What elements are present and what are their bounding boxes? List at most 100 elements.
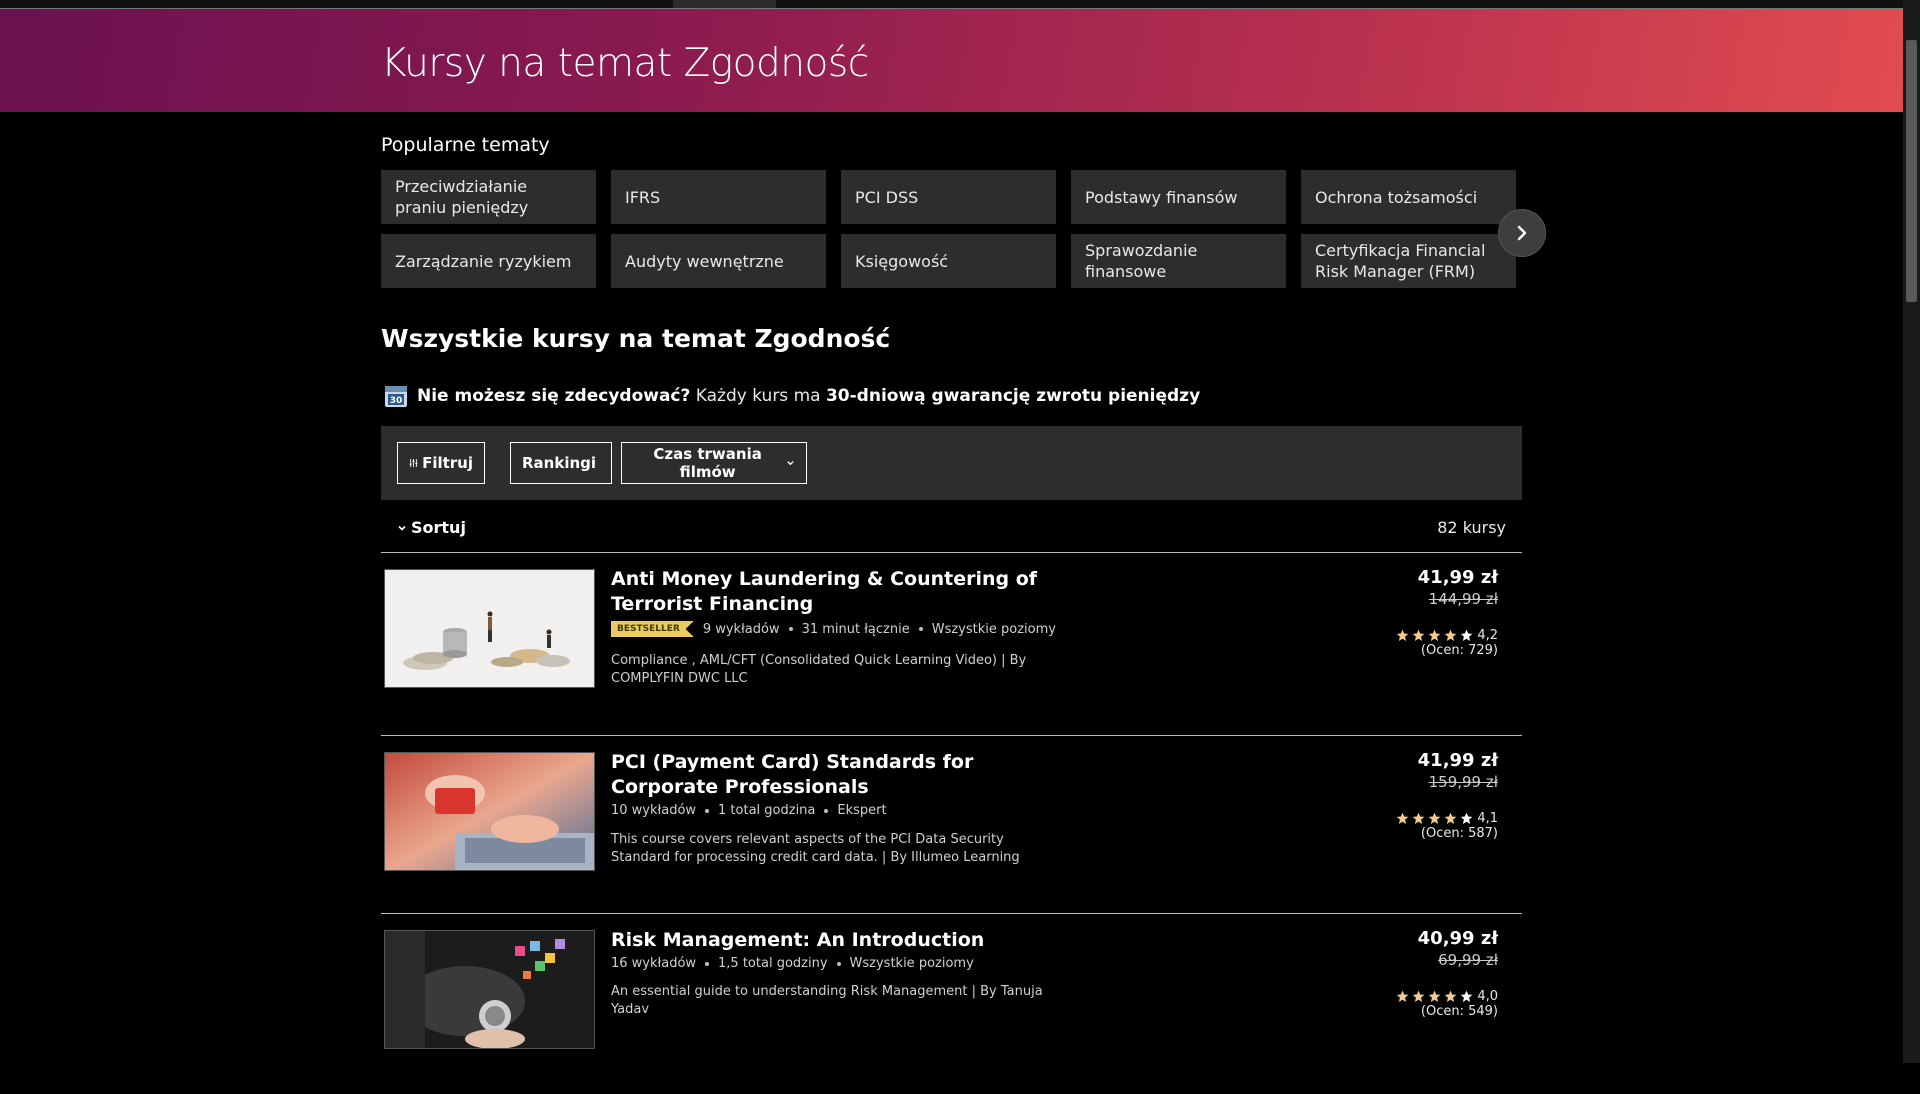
meta-dot	[788, 627, 793, 631]
topic-financial-reporting[interactable]: Sprawozdanie finansowe	[1071, 234, 1286, 288]
star-icon	[1444, 812, 1457, 825]
course-price: 40,99 zł 69,99 zł	[1418, 928, 1498, 969]
guarantee-text: Każdy kurs ma	[695, 386, 821, 406]
star-icon	[1396, 812, 1409, 825]
popular-topics-title: Popularne tematy	[381, 134, 550, 156]
topic-accounting[interactable]: Księgowość	[841, 234, 1056, 288]
original-price: 159,99 zł	[1428, 773, 1498, 791]
topic-label: Podstawy finansów	[1085, 187, 1238, 207]
topic-risk-management[interactable]: Zarządzanie ryzykiem	[381, 234, 596, 288]
star-icon	[1460, 812, 1473, 825]
guarantee-tail: 30-dniową gwarancję zwrotu pieniędzy	[825, 386, 1201, 406]
course-title[interactable]: Risk Management: An Introduction	[611, 928, 1051, 953]
meta-dot	[705, 808, 710, 813]
topic-pci-dss[interactable]: PCI DSS	[841, 170, 1056, 224]
topic-label: Certyfikacja Financial Risk Manager (FRM…	[1315, 241, 1486, 281]
video-duration-dropdown[interactable]: Czas trwania filmów	[621, 442, 807, 484]
chevron-down-icon	[787, 461, 794, 466]
topic-frm-certification[interactable]: Certyfikacja Financial Risk Manager (FRM…	[1301, 234, 1516, 288]
top-nav-active-tab[interactable]	[673, 0, 776, 8]
page-title: Kursy na temat Zgodność	[381, 41, 869, 86]
course-title[interactable]: PCI (Payment Card) Standards for Corpora…	[611, 750, 1051, 800]
course-level: Wszystkie poziomy	[849, 956, 974, 971]
topic-label: Ochrona tożsamości	[1315, 187, 1478, 207]
chevron-down-icon	[398, 525, 406, 531]
course-card[interactable]: Risk Management: An Introduction 16 wykł…	[381, 914, 1522, 1094]
topic-internal-audits[interactable]: Audyty wewnętrzne	[611, 234, 826, 288]
course-thumbnail[interactable]	[384, 569, 595, 688]
topic-label: Audyty wewnętrzne	[625, 251, 784, 271]
rating-value: 4,1	[1477, 811, 1498, 826]
topic-label: IFRS	[625, 187, 661, 207]
topic-label: Księgowość	[855, 251, 949, 271]
course-title[interactable]: Anti Money Laundering & Countering of Te…	[611, 567, 1051, 617]
star-icon	[1444, 990, 1457, 1003]
topic-finance-basics[interactable]: Podstawy finansów	[1071, 170, 1286, 224]
course-description: Compliance , AML/CFT (Consolidated Quick…	[611, 653, 1027, 686]
star-icon	[1428, 629, 1441, 642]
filter-bar: Filtruj Rankingi Czas trwania filmów	[381, 426, 1522, 500]
course-price: 41,99 zł 159,99 zł	[1418, 750, 1498, 791]
topic-label: Przeciwdziałanie praniu pieniędzy	[395, 177, 529, 217]
video-duration-dropdown-label: Czas trwania filmów	[653, 445, 762, 481]
topic-label: PCI DSS	[855, 187, 919, 207]
money-back-guarantee: 30 Nie możesz się zdecydować? Każdy kurs…	[384, 384, 1200, 408]
course-rating: 4,0 (Ocen: 549)	[1393, 989, 1498, 1019]
course-thumbnail[interactable]	[384, 752, 595, 871]
course-description: An essential guide to understanding Risk…	[611, 984, 1043, 1017]
original-price: 144,99 zł	[1428, 590, 1498, 608]
sort-toggle[interactable]: Sortuj	[397, 518, 466, 537]
review-count: (Ocen: 729)	[1420, 643, 1498, 658]
calendar-day: 30	[390, 396, 403, 406]
current-price: 40,99 zł	[1417, 928, 1498, 949]
star-icon	[1412, 812, 1425, 825]
sliders-icon	[409, 459, 418, 467]
star-icon	[1428, 990, 1441, 1003]
course-duration: 31 minut łącznie	[801, 621, 910, 637]
course-card[interactable]: Anti Money Laundering & Countering of Te…	[381, 553, 1522, 736]
ratings-dropdown-label: Rankingi	[522, 454, 597, 472]
calendar-icon: 30	[384, 384, 408, 408]
course-lectures: 16 wykładów	[611, 956, 697, 971]
topic-ifrs[interactable]: IFRS	[611, 170, 826, 224]
topic-aml[interactable]: Przeciwdziałanie praniu pieniędzy	[381, 170, 596, 224]
hero-banner: Kursy na temat Zgodność	[0, 9, 1903, 112]
top-nav-bar	[0, 0, 1903, 9]
original-price: 69,99 zł	[1438, 951, 1498, 969]
star-icon	[1412, 990, 1425, 1003]
meta-dot	[824, 808, 829, 813]
course-lectures: 10 wykładów	[611, 803, 697, 818]
all-courses-title: Wszystkie kursy na temat Zgodność	[381, 324, 891, 353]
course-level: Ekspert	[837, 803, 887, 818]
course-meta: BESTSELLER 9 wykładów 31 minut łącznie W…	[611, 621, 1056, 637]
star-icon	[1396, 629, 1409, 642]
course-rating: 4,2 (Ocen: 729)	[1393, 628, 1498, 658]
course-count: 82 kursy	[1437, 518, 1506, 537]
course-price: 41,99 zł 144,99 zł	[1418, 567, 1498, 608]
topics-next-button[interactable]	[1498, 209, 1546, 257]
meta-dot	[918, 627, 923, 631]
star-icon	[1412, 629, 1425, 642]
star-icon	[1396, 990, 1409, 1003]
current-price: 41,99 zł	[1417, 567, 1498, 588]
course-description: This course covers relevant aspects of t…	[611, 832, 1020, 865]
scrollbar-thumb[interactable]	[1906, 40, 1917, 302]
topic-identity-protection[interactable]: Ochrona tożsamości	[1301, 170, 1516, 224]
course-duration: 1 total godzina	[718, 803, 816, 818]
filter-button[interactable]: Filtruj	[397, 442, 485, 484]
course-thumbnail[interactable]	[384, 930, 595, 1049]
course-meta: 10 wykładów 1 total godzina Ekspert	[611, 803, 887, 818]
star-icon	[1460, 629, 1473, 642]
chevron-right-icon	[1517, 225, 1527, 241]
topic-label: Sprawozdanie finansowe	[1085, 241, 1198, 281]
meta-dot	[705, 961, 710, 966]
popular-topics-grid: Przeciwdziałanie praniu pieniędzy IFRS P…	[381, 170, 1522, 290]
review-count: (Ocen: 587)	[1420, 826, 1498, 841]
course-meta: 16 wykładów 1,5 total godziny Wszystkie …	[611, 956, 974, 971]
rating-stars: 4,1	[1393, 811, 1498, 826]
course-level: Wszystkie poziomy	[931, 621, 1056, 637]
ratings-dropdown[interactable]: Rankingi	[510, 442, 612, 484]
star-icon	[1460, 990, 1473, 1003]
star-icon	[1428, 812, 1441, 825]
course-card[interactable]: PCI (Payment Card) Standards for Corpora…	[381, 736, 1522, 914]
